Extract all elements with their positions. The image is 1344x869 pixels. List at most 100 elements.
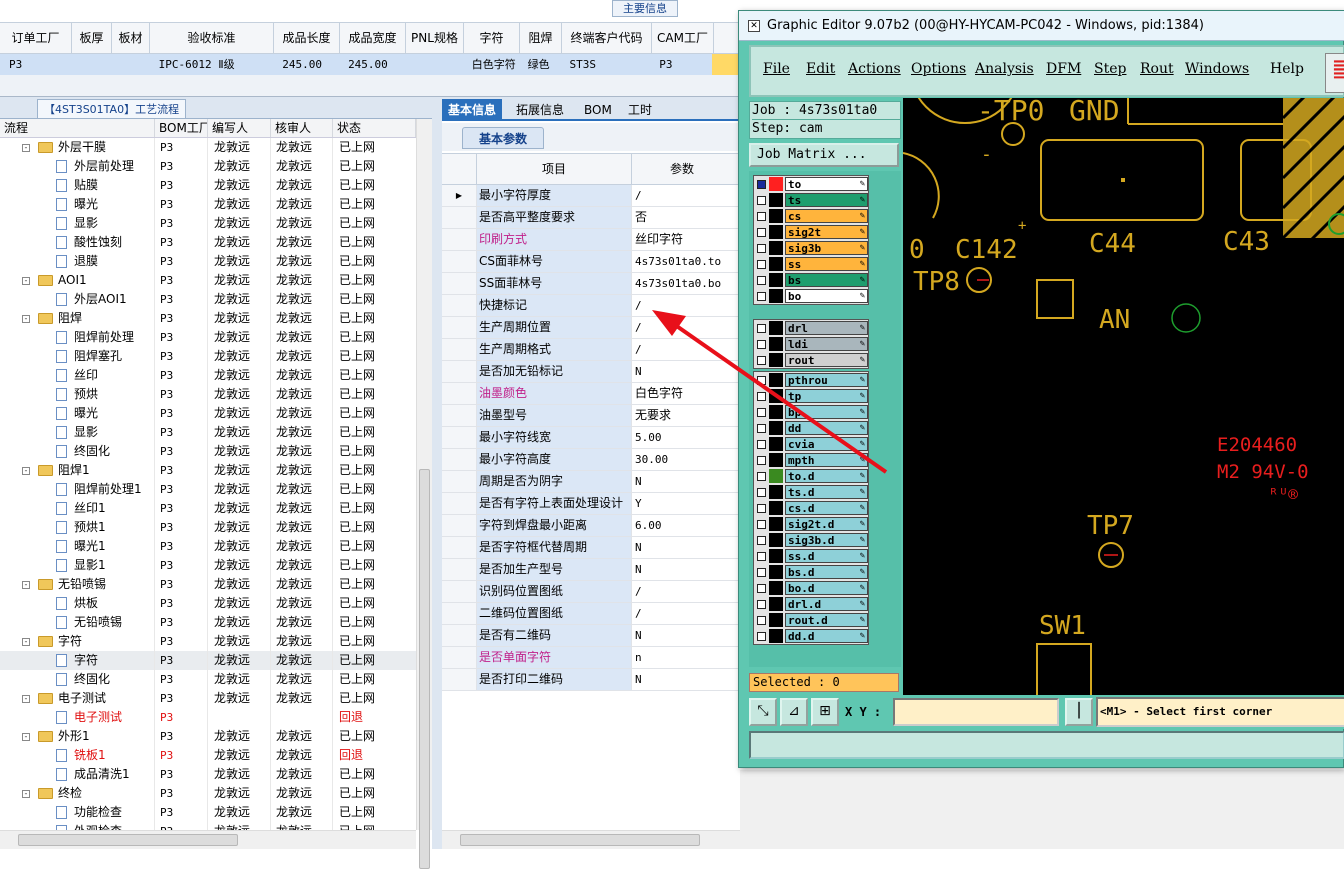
tree-row[interactable]: - AOI1 P3 龙敦远 龙敦远 已上网 — [0, 271, 416, 290]
layer-color-swatch[interactable] — [769, 597, 783, 611]
layer-row[interactable]: bs.d ✎ — [754, 564, 868, 580]
main-info-col-3[interactable]: 验收标准 — [150, 23, 274, 53]
layer-checkbox[interactable] — [757, 439, 766, 449]
layer-color-swatch[interactable] — [769, 517, 783, 531]
layer-row[interactable]: ss.d ✎ — [754, 548, 868, 564]
snap-toggle-icon[interactable]: ⎮ — [1065, 698, 1093, 726]
property-tab[interactable]: 工时 — [622, 99, 658, 121]
main-info-col-2[interactable]: 板材 — [112, 23, 150, 53]
layer-color-swatch[interactable] — [769, 193, 783, 207]
collapse-icon[interactable]: - — [22, 638, 30, 646]
layer-name[interactable]: drl.d ✎ — [785, 597, 868, 611]
property-row[interactable]: 识别码位置图纸 / — [442, 581, 740, 603]
layer-row[interactable]: sig2t ✎ — [754, 224, 868, 240]
layer-color-swatch[interactable] — [769, 209, 783, 223]
menu-analysis[interactable]: Analysis — [975, 61, 1034, 77]
layer-row[interactable]: tp ✎ — [754, 388, 868, 404]
layer-row[interactable]: cvia ✎ — [754, 436, 868, 452]
layer-name[interactable]: cs ✎ — [785, 209, 868, 223]
tree-row[interactable]: 阻焊塞孔 P3 龙敦远 龙敦远 已上网 — [0, 347, 416, 366]
property-tab[interactable]: 拓展信息 — [510, 99, 570, 121]
tree-node[interactable]: 预烘 — [0, 385, 155, 404]
layer-checkbox[interactable] — [757, 519, 766, 529]
tree-node[interactable]: - 电子测试 — [0, 689, 155, 708]
collapse-icon[interactable]: - — [22, 315, 30, 323]
layer-checkbox[interactable] — [757, 407, 766, 417]
layer-name[interactable]: cs.d ✎ — [785, 501, 868, 515]
layer-row[interactable]: sig3b ✎ — [754, 240, 868, 256]
tree-row[interactable]: 丝印 P3 龙敦远 龙敦远 已上网 — [0, 366, 416, 385]
tree-col-header[interactable]: 状态 — [333, 119, 416, 137]
tree-row[interactable]: 预烘1 P3 龙敦远 龙敦远 已上网 — [0, 518, 416, 537]
property-value[interactable]: 无要求 — [632, 405, 740, 426]
property-value[interactable]: / — [632, 185, 740, 206]
tree-row[interactable]: 烘板 P3 龙敦远 龙敦远 已上网 — [0, 594, 416, 613]
layer-name[interactable]: tp ✎ — [785, 389, 868, 403]
property-value[interactable]: 6.00 — [632, 515, 740, 536]
main-info-col-4[interactable]: 成品长度 — [274, 23, 340, 53]
property-hscrollbar[interactable] — [442, 830, 740, 849]
tree-node[interactable]: 终固化 — [0, 670, 155, 689]
xy-input[interactable] — [893, 698, 1059, 726]
tree-node[interactable]: - 阻焊1 — [0, 461, 155, 480]
layer-name[interactable]: dd.d ✎ — [785, 629, 868, 643]
layer-color-swatch[interactable] — [769, 373, 783, 387]
main-info-col-10[interactable]: CAM工厂 — [652, 23, 714, 53]
layer-row[interactable]: mpth ✎ — [754, 452, 868, 468]
main-info-col-9[interactable]: 终端客户代码 — [562, 23, 652, 53]
tree-row[interactable]: - 外形1 P3 龙敦远 龙敦远 已上网 — [0, 727, 416, 746]
layer-name[interactable]: sig3b ✎ — [785, 241, 868, 255]
layer-checkbox[interactable] — [757, 339, 766, 349]
tree-node[interactable]: 显影 — [0, 214, 155, 233]
tree-node[interactable]: 阻焊塞孔 — [0, 347, 155, 366]
grid-icon[interactable]: ⊞ — [811, 698, 839, 726]
tree-node[interactable]: 贴膜 — [0, 176, 155, 195]
layer-color-swatch[interactable] — [769, 453, 783, 467]
property-row[interactable]: 最小字符高度 30.00 — [442, 449, 740, 471]
layer-color-swatch[interactable] — [769, 273, 783, 287]
layer-checkbox[interactable] — [757, 211, 766, 221]
layer-row[interactable]: drl.d ✎ — [754, 596, 868, 612]
tree-col-header[interactable]: 流程 — [0, 119, 155, 137]
tree-node[interactable]: 终固化 — [0, 442, 155, 461]
layer-checkbox[interactable] — [757, 323, 766, 333]
property-row[interactable]: 生产周期位置 / — [442, 317, 740, 339]
property-row[interactable]: 是否高平整度要求否 — [442, 207, 740, 229]
tree-row[interactable]: 阻焊前处理 P3 龙敦远 龙敦远 已上网 — [0, 328, 416, 347]
tree-row[interactable]: - 字符 P3 龙敦远 龙敦远 已上网 — [0, 632, 416, 651]
tree-row[interactable]: 铣板1 P3 龙敦远 龙敦远 回退 — [0, 746, 416, 765]
layer-checkbox[interactable] — [757, 227, 766, 237]
property-value[interactable]: N — [632, 361, 740, 382]
tree-node[interactable]: 显影1 — [0, 556, 155, 575]
property-row[interactable]: 油墨颜色 白色字符 — [442, 383, 740, 405]
layer-name[interactable]: sig2t.d ✎ — [785, 517, 868, 531]
tree-row[interactable]: 终固化 P3 龙敦远 龙敦远 已上网 — [0, 670, 416, 689]
layer-name[interactable]: to ✎ — [785, 177, 868, 191]
scroll-thumb[interactable] — [460, 834, 700, 846]
main-info-col-1[interactable]: 板厚 — [72, 23, 112, 53]
tree-node[interactable]: 成品清洗1 — [0, 765, 155, 784]
tree-row[interactable]: - 外层干膜 P3 龙敦远 龙敦远 已上网 — [0, 138, 416, 157]
tree-node[interactable]: 丝印1 — [0, 499, 155, 518]
tree-node[interactable]: 外层前处理 — [0, 157, 155, 176]
tree-row[interactable]: 外层AOI1 P3 龙敦远 龙敦远 已上网 — [0, 290, 416, 309]
layer-name[interactable]: mpth ✎ — [785, 453, 868, 467]
property-row[interactable]: 是否加无铅标记 N — [442, 361, 740, 383]
layer-checkbox[interactable] — [757, 375, 766, 385]
editor-title-bar[interactable]: Graphic Editor 9.07b2 (00@HY-HYCAM-PC042… — [739, 11, 1344, 41]
tree-node[interactable]: 丝印 — [0, 366, 155, 385]
property-value[interactable]: 4s73s01ta0.to — [632, 251, 740, 272]
tree-node[interactable]: 铣板1 — [0, 746, 155, 765]
property-row[interactable]: 油墨型号 无要求 — [442, 405, 740, 427]
menu-options[interactable]: Options — [911, 61, 966, 77]
layer-name[interactable]: ss.d ✎ — [785, 549, 868, 563]
collapse-icon[interactable]: - — [22, 733, 30, 741]
layer-checkbox[interactable] — [757, 291, 766, 301]
tree-row[interactable]: 终固化 P3 龙敦远 龙敦远 已上网 — [0, 442, 416, 461]
layer-name[interactable]: ss ✎ — [785, 257, 868, 271]
layer-checkbox[interactable] — [757, 551, 766, 561]
layer-name[interactable]: to.d ✎ — [785, 469, 868, 483]
layer-row[interactable]: bo ✎ — [754, 288, 868, 304]
pcb-canvas[interactable]: -TP0 GND 0 C142 C44 C43 TP8 AN TP7 SW1 -… — [903, 98, 1344, 696]
property-value[interactable]: 丝印字符 — [632, 229, 740, 250]
